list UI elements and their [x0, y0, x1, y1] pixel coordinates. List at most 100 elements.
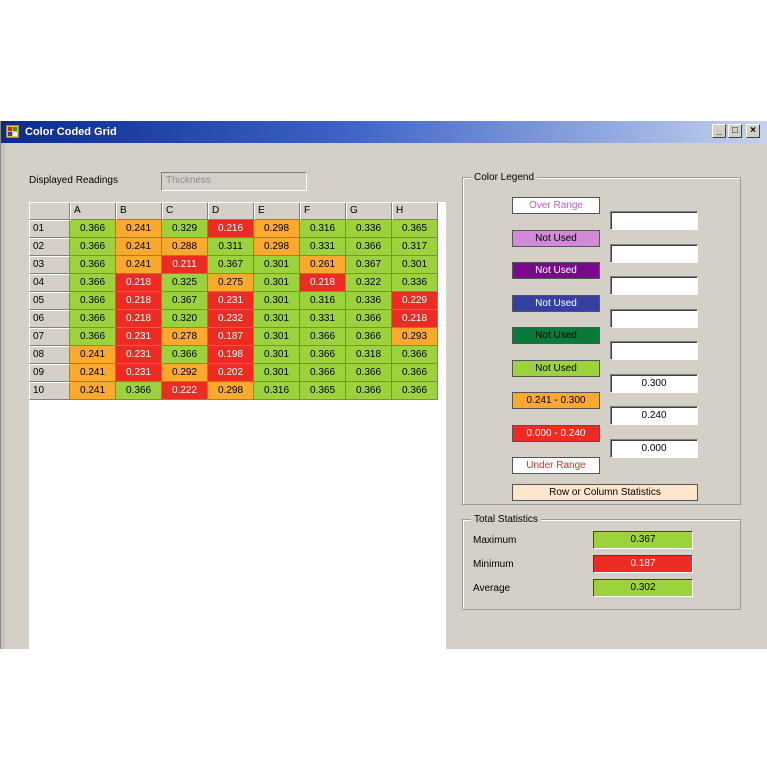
- grid-cell-f05[interactable]: 0.316: [300, 292, 346, 310]
- column-header-d[interactable]: D: [208, 202, 254, 220]
- grid-cell-e01[interactable]: 0.298: [254, 220, 300, 238]
- grid-cell-e02[interactable]: 0.298: [254, 238, 300, 256]
- grid-cell-c07[interactable]: 0.278: [162, 328, 208, 346]
- row-header-07[interactable]: 07: [29, 328, 70, 346]
- row-column-statistics-button[interactable]: Row or Column Statistics: [512, 484, 698, 501]
- grid-cell-h06[interactable]: 0.218: [392, 310, 438, 328]
- grid-cell-b08[interactable]: 0.231: [116, 346, 162, 364]
- row-header-04[interactable]: 04: [29, 274, 70, 292]
- grid-cell-a07[interactable]: 0.366: [70, 328, 116, 346]
- displayed-readings-field[interactable]: Thickness: [161, 172, 307, 191]
- close-button[interactable]: ×: [746, 124, 760, 138]
- grid-cell-a02[interactable]: 0.366: [70, 238, 116, 256]
- row-header-09[interactable]: 09: [29, 364, 70, 382]
- grid-cell-b02[interactable]: 0.241: [116, 238, 162, 256]
- legend-threshold-field-5[interactable]: [610, 341, 698, 360]
- title-bar[interactable]: Color Coded Grid _ □ ×: [1, 121, 767, 143]
- column-header-a[interactable]: A: [70, 202, 116, 220]
- legend-threshold-field-6[interactable]: 0.300: [610, 374, 698, 393]
- grid-cell-f02[interactable]: 0.331: [300, 238, 346, 256]
- grid-cell-d01[interactable]: 0.216: [208, 220, 254, 238]
- legend-color-9[interactable]: Under Range: [512, 457, 600, 474]
- row-header-03[interactable]: 03: [29, 256, 70, 274]
- grid-cell-c04[interactable]: 0.325: [162, 274, 208, 292]
- legend-color-5[interactable]: Not Used: [512, 327, 600, 344]
- grid-cell-a10[interactable]: 0.241: [70, 382, 116, 400]
- grid-cell-b07[interactable]: 0.231: [116, 328, 162, 346]
- grid-cell-g06[interactable]: 0.366: [346, 310, 392, 328]
- grid-cell-a03[interactable]: 0.366: [70, 256, 116, 274]
- grid-cell-f06[interactable]: 0.331: [300, 310, 346, 328]
- grid-cell-g02[interactable]: 0.366: [346, 238, 392, 256]
- grid-cell-c06[interactable]: 0.320: [162, 310, 208, 328]
- grid-cell-g10[interactable]: 0.366: [346, 382, 392, 400]
- legend-color-4[interactable]: Not Used: [512, 295, 600, 312]
- grid-cell-b09[interactable]: 0.231: [116, 364, 162, 382]
- grid-cell-g01[interactable]: 0.336: [346, 220, 392, 238]
- grid-cell-d06[interactable]: 0.232: [208, 310, 254, 328]
- grid-cell-g03[interactable]: 0.367: [346, 256, 392, 274]
- grid-cell-b05[interactable]: 0.218: [116, 292, 162, 310]
- grid-cell-h07[interactable]: 0.293: [392, 328, 438, 346]
- grid-cell-a08[interactable]: 0.241: [70, 346, 116, 364]
- grid-cell-a09[interactable]: 0.241: [70, 364, 116, 382]
- grid-cell-h02[interactable]: 0.317: [392, 238, 438, 256]
- grid-cell-f10[interactable]: 0.365: [300, 382, 346, 400]
- legend-threshold-field-3[interactable]: [610, 276, 698, 295]
- grid-cell-b10[interactable]: 0.366: [116, 382, 162, 400]
- legend-color-8[interactable]: 0.000 - 0.240: [512, 425, 600, 442]
- legend-color-2[interactable]: Not Used: [512, 230, 600, 247]
- grid-cell-h04[interactable]: 0.336: [392, 274, 438, 292]
- grid-cell-h08[interactable]: 0.366: [392, 346, 438, 364]
- grid-cell-c05[interactable]: 0.367: [162, 292, 208, 310]
- grid-cell-g07[interactable]: 0.366: [346, 328, 392, 346]
- grid-cell-a04[interactable]: 0.366: [70, 274, 116, 292]
- grid-cell-e05[interactable]: 0.301: [254, 292, 300, 310]
- legend-color-7[interactable]: 0.241 - 0.300: [512, 392, 600, 409]
- minimize-button[interactable]: _: [712, 124, 726, 138]
- legend-threshold-field-8[interactable]: 0.000: [610, 439, 698, 458]
- column-header-b[interactable]: B: [116, 202, 162, 220]
- grid-cell-g04[interactable]: 0.322: [346, 274, 392, 292]
- legend-color-3[interactable]: Not Used: [512, 262, 600, 279]
- grid-cell-b06[interactable]: 0.218: [116, 310, 162, 328]
- grid-cell-d02[interactable]: 0.311: [208, 238, 254, 256]
- grid-cell-e08[interactable]: 0.301: [254, 346, 300, 364]
- grid-cell-h05[interactable]: 0.229: [392, 292, 438, 310]
- grid-cell-d03[interactable]: 0.367: [208, 256, 254, 274]
- row-header-01[interactable]: 01: [29, 220, 70, 238]
- grid-cell-h01[interactable]: 0.365: [392, 220, 438, 238]
- legend-threshold-field-4[interactable]: [610, 309, 698, 328]
- grid-cell-f08[interactable]: 0.366: [300, 346, 346, 364]
- grid-cell-a06[interactable]: 0.366: [70, 310, 116, 328]
- legend-color-1[interactable]: Over Range: [512, 197, 600, 214]
- grid-cell-h09[interactable]: 0.366: [392, 364, 438, 382]
- grid-cell-b04[interactable]: 0.218: [116, 274, 162, 292]
- grid-cell-a01[interactable]: 0.366: [70, 220, 116, 238]
- grid-cell-g09[interactable]: 0.366: [346, 364, 392, 382]
- grid-cell-d10[interactable]: 0.298: [208, 382, 254, 400]
- grid-cell-f04[interactable]: 0.218: [300, 274, 346, 292]
- grid-cell-f09[interactable]: 0.366: [300, 364, 346, 382]
- grid-cell-e09[interactable]: 0.301: [254, 364, 300, 382]
- column-header-h[interactable]: H: [392, 202, 438, 220]
- grid-cell-d09[interactable]: 0.202: [208, 364, 254, 382]
- legend-threshold-field-1[interactable]: [610, 211, 698, 230]
- grid-cell-c10[interactable]: 0.222: [162, 382, 208, 400]
- grid-cell-f03[interactable]: 0.261: [300, 256, 346, 274]
- column-header-e[interactable]: E: [254, 202, 300, 220]
- grid-cell-e03[interactable]: 0.301: [254, 256, 300, 274]
- grid-cell-f01[interactable]: 0.316: [300, 220, 346, 238]
- row-header-02[interactable]: 02: [29, 238, 70, 256]
- grid-cell-d05[interactable]: 0.231: [208, 292, 254, 310]
- column-header-c[interactable]: C: [162, 202, 208, 220]
- grid-cell-h03[interactable]: 0.301: [392, 256, 438, 274]
- column-header-f[interactable]: F: [300, 202, 346, 220]
- legend-threshold-field-2[interactable]: [610, 244, 698, 263]
- row-header-08[interactable]: 08: [29, 346, 70, 364]
- row-header-10[interactable]: 10: [29, 382, 70, 400]
- grid-cell-a05[interactable]: 0.366: [70, 292, 116, 310]
- grid-cell-b03[interactable]: 0.241: [116, 256, 162, 274]
- grid-cell-g08[interactable]: 0.318: [346, 346, 392, 364]
- row-header-05[interactable]: 05: [29, 292, 70, 310]
